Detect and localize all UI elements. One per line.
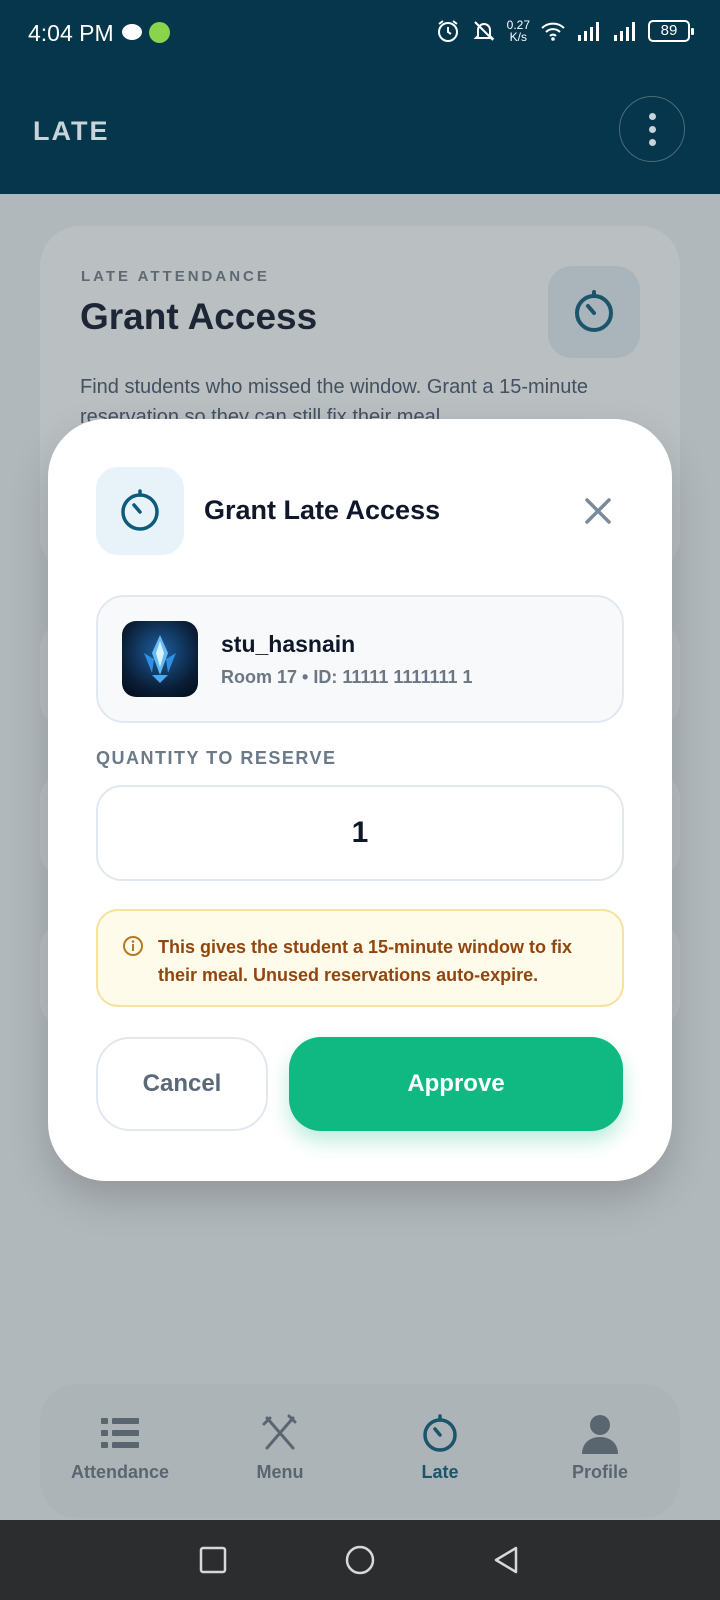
notice-text: This gives the student a 15-minute windo… <box>158 937 573 985</box>
avatar <box>122 621 198 697</box>
dialog-title: Grant Late Access <box>204 495 441 525</box>
mute-bell-icon <box>473 21 495 41</box>
back-button[interactable] <box>492 1545 522 1575</box>
approve-button[interactable]: Approve <box>289 1037 623 1131</box>
battery-indicator: 89 <box>648 20 694 42</box>
grant-late-access-dialog: Grant Late Access stu_hasnain Room 17 • … <box>48 419 672 1181</box>
info-icon <box>123 936 143 956</box>
crystal-logo-icon <box>144 635 176 683</box>
signal-icon-2 <box>614 22 635 41</box>
status-bar: 4:04 PM 0.27 K/s 89 <box>0 0 720 66</box>
status-time: 4:04 PM <box>28 20 114 46</box>
student-card: stu_hasnain Room 17 • ID: 11111 1111111 … <box>96 595 624 723</box>
recents-button[interactable] <box>198 1545 228 1575</box>
more-vertical-icon <box>648 112 656 120</box>
info-notice: This gives the student a 15-minute windo… <box>96 909 624 1007</box>
home-button[interactable] <box>344 1544 376 1576</box>
dialog-icon <box>96 467 184 555</box>
timer-icon <box>121 489 159 531</box>
chat-notification-icon <box>122 24 142 40</box>
signal-icon <box>578 22 599 41</box>
system-navigation-bar <box>0 1520 720 1600</box>
quantity-input[interactable] <box>96 785 624 881</box>
cancel-button[interactable]: Cancel <box>96 1037 268 1131</box>
app-notification-icon <box>149 22 170 43</box>
close-icon <box>585 498 611 524</box>
wifi-icon <box>541 22 565 41</box>
alarm-icon <box>437 20 458 42</box>
app-bar: LATE <box>0 66 720 194</box>
quantity-label: QUANTITY TO RESERVE <box>96 748 337 768</box>
close-button[interactable] <box>576 489 620 533</box>
more-options-button[interactable] <box>619 96 685 162</box>
student-name: stu_hasnain <box>221 631 356 657</box>
status-icons: 0.27 K/s 89 <box>435 18 694 44</box>
student-meta: Room 17 • ID: 11111 1111111 1 <box>221 667 473 687</box>
net-speed: 0.27 K/s <box>506 18 530 44</box>
page-title: LATE <box>33 116 110 146</box>
